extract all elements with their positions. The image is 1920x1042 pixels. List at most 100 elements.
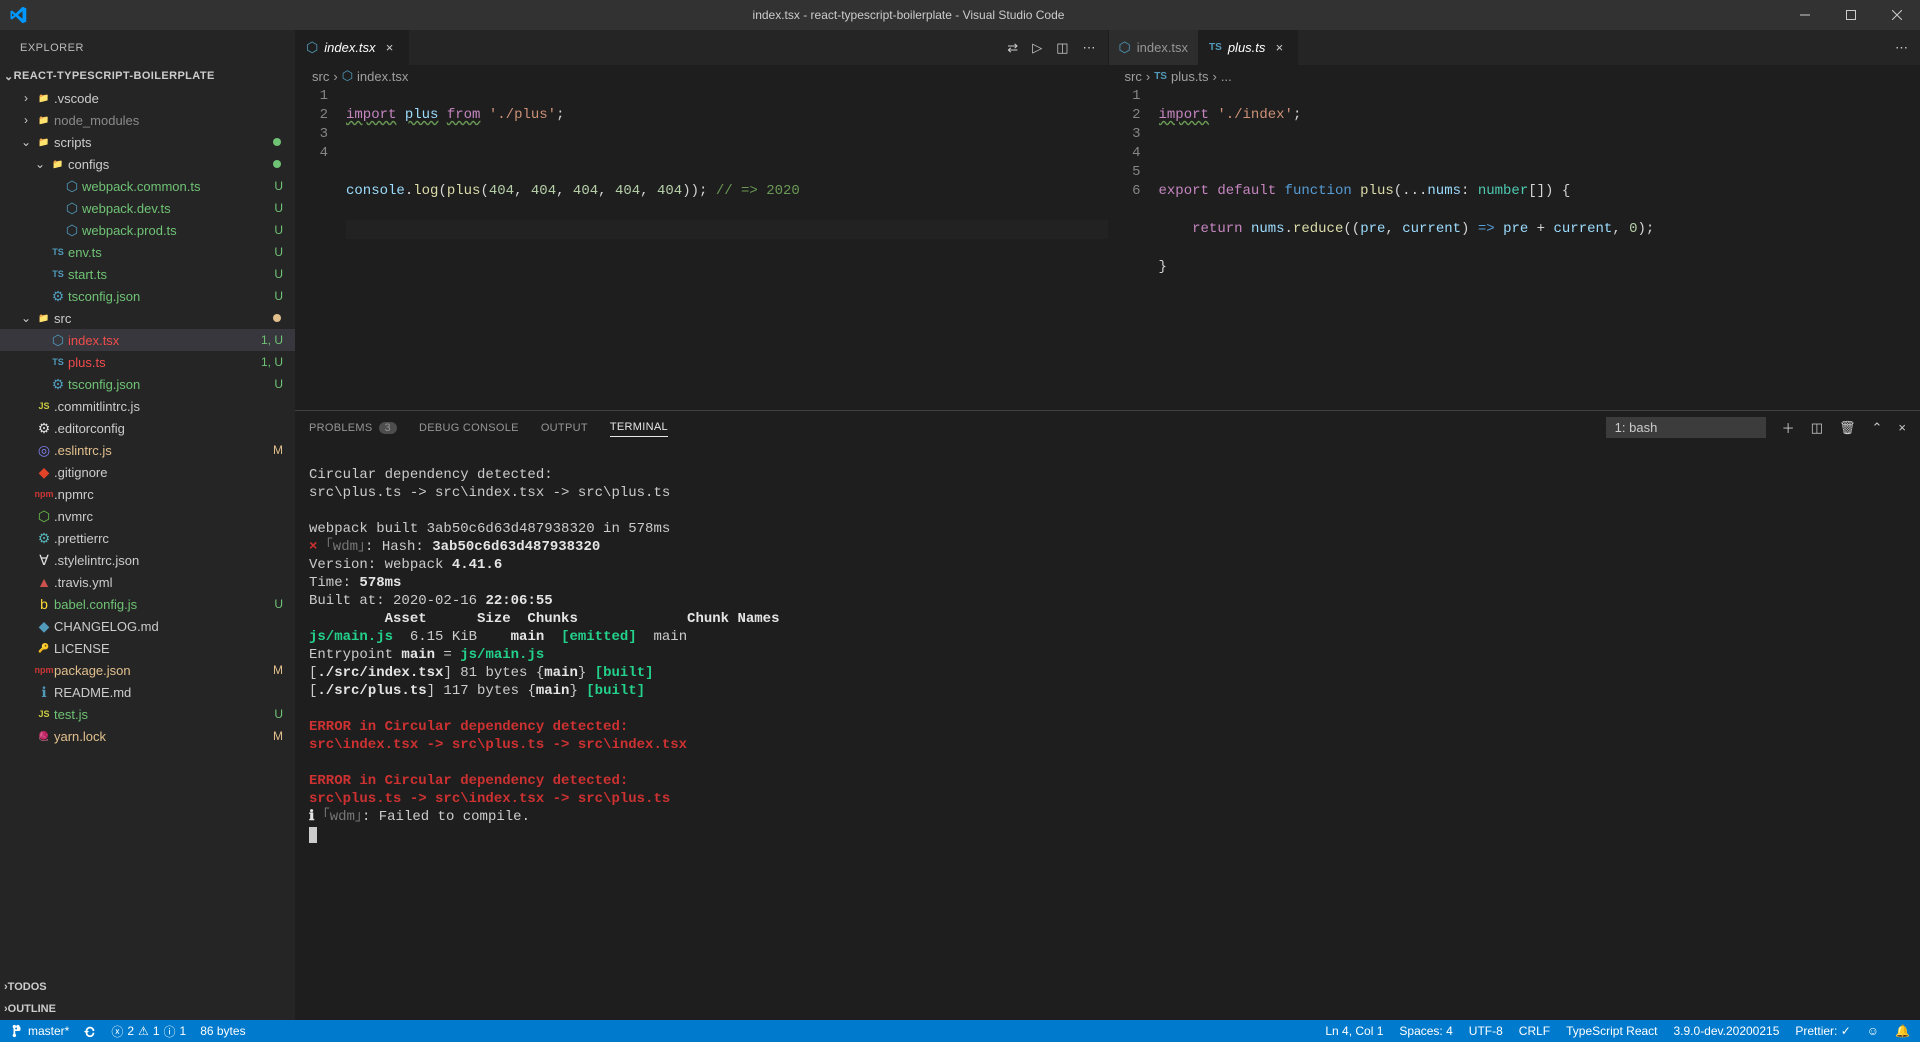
file-icon: b xyxy=(34,596,54,612)
breadcrumb[interactable]: src › ⬡ index.tsx xyxy=(296,65,1108,87)
indent-status[interactable]: Spaces: 4 xyxy=(1399,1024,1452,1038)
bell-icon[interactable]: 🔔 xyxy=(1895,1024,1910,1038)
tree-item-test-js[interactable]: JStest.jsU xyxy=(0,703,295,725)
tree-item-plus-ts[interactable]: TSplus.ts1, U xyxy=(0,351,295,373)
panel-tab-output[interactable]: OUTPUT xyxy=(541,422,588,434)
run-icon[interactable]: ▷ xyxy=(1032,40,1042,56)
tree-item-babel-config-js[interactable]: bbabel.config.jsU xyxy=(0,593,295,615)
tab-index-tsx-right[interactable]: ⬡ index.tsx xyxy=(1109,30,1200,65)
file-icon: ◎ xyxy=(34,442,54,459)
tab-plus-ts[interactable]: TS plus.ts × xyxy=(1199,30,1298,65)
compare-icon[interactable]: ⇄ xyxy=(1007,40,1018,56)
tree-item-scripts[interactable]: ⌄📁scripts xyxy=(0,131,295,153)
code-editor-left[interactable]: 1 2 3 4 import plus from './plus'; conso… xyxy=(296,87,1108,410)
feedback-icon[interactable]: ☺ xyxy=(1867,1024,1879,1038)
minimize-button[interactable] xyxy=(1782,0,1828,30)
close-panel-icon[interactable]: × xyxy=(1898,420,1906,435)
git-badge: U xyxy=(274,377,285,391)
tree-item--editorconfig[interactable]: ⚙.editorconfig xyxy=(0,417,295,439)
section-outline[interactable]: › OUTLINE xyxy=(0,998,295,1020)
encoding-status[interactable]: UTF-8 xyxy=(1469,1024,1503,1038)
tree-item--npmrc[interactable]: npm.npmrc xyxy=(0,483,295,505)
maximize-panel-icon[interactable]: ⌃ xyxy=(1872,420,1883,436)
tree-item--prettierrc[interactable]: ⚙.prettierrc xyxy=(0,527,295,549)
panel-tab-debug[interactable]: DEBUG CONSOLE xyxy=(419,422,519,434)
window-title: index.tsx - react-typescript-boilerplate… xyxy=(35,8,1782,22)
ts-icon: TS xyxy=(1154,71,1167,82)
breadcrumb[interactable]: src › TS plus.ts › ... xyxy=(1109,65,1920,87)
tree-item-changelog-md[interactable]: ◆CHANGELOG.md xyxy=(0,615,295,637)
file-icon: ∀ xyxy=(34,552,54,569)
panel-tab-terminal[interactable]: TERMINAL xyxy=(610,421,668,437)
sidebar: EXPLORER ⌄ REACT-TYPESCRIPT-BOILERPLATE … xyxy=(0,30,295,1020)
tree-item--commitlintrc-js[interactable]: JS.commitlintrc.js xyxy=(0,395,295,417)
tree-item--eslintrc-js[interactable]: ◎.eslintrc.jsM xyxy=(0,439,295,461)
sync-status[interactable] xyxy=(83,1024,97,1038)
vscode-icon xyxy=(0,6,35,24)
tree-item-start-ts[interactable]: TSstart.tsU xyxy=(0,263,295,285)
tree-item--stylelintrc-json[interactable]: ∀.stylelintrc.json xyxy=(0,549,295,571)
react-icon: ⬡ xyxy=(1119,39,1131,56)
project-header[interactable]: ⌄ REACT-TYPESCRIPT-BOILERPLATE xyxy=(0,65,295,87)
error-count[interactable]: ⓧ2 ⚠1 ⓘ1 xyxy=(111,1023,186,1040)
explorer-header: EXPLORER xyxy=(0,30,295,65)
git-badge: U xyxy=(274,289,285,303)
file-icon: ◆ xyxy=(34,618,54,635)
tree-item-node-modules[interactable]: ›📁node_modules xyxy=(0,109,295,131)
file-icon: ⚙ xyxy=(34,530,54,547)
maximize-button[interactable] xyxy=(1828,0,1874,30)
tree-item-readme-md[interactable]: ℹREADME.md xyxy=(0,681,295,703)
close-button[interactable] xyxy=(1874,0,1920,30)
file-icon: TS xyxy=(48,269,68,279)
tree-item-license[interactable]: 🔑LICENSE xyxy=(0,637,295,659)
close-icon[interactable]: × xyxy=(1271,40,1287,55)
tree-item--nvmrc[interactable]: ⬡.nvmrc xyxy=(0,505,295,527)
tree-item-webpack-dev-ts[interactable]: ⬡webpack.dev.tsU xyxy=(0,197,295,219)
file-size[interactable]: 86 bytes xyxy=(200,1024,245,1038)
language-status[interactable]: TypeScript React xyxy=(1566,1024,1657,1038)
git-badge: U xyxy=(274,179,285,193)
tree-item-index-tsx[interactable]: ⬡index.tsx1, U xyxy=(0,329,295,351)
prettier-status[interactable]: Prettier: ✓ xyxy=(1795,1024,1850,1038)
tab-index-tsx[interactable]: ⬡ index.tsx × xyxy=(296,30,409,65)
git-badge: U xyxy=(274,223,285,237)
file-icon: 📁 xyxy=(48,159,68,170)
cursor-pos[interactable]: Ln 4, Col 1 xyxy=(1325,1024,1383,1038)
file-icon: TS xyxy=(48,357,68,367)
code-editor-right[interactable]: 1 2 3 4 5 6 import './index'; export def… xyxy=(1109,87,1920,410)
tree-item--vscode[interactable]: ›📁.vscode xyxy=(0,87,295,109)
tree-item-configs[interactable]: ⌄📁configs xyxy=(0,153,295,175)
file-icon: TS xyxy=(48,247,68,257)
file-icon: JS xyxy=(34,401,54,411)
tree-item-webpack-prod-ts[interactable]: ⬡webpack.prod.tsU xyxy=(0,219,295,241)
tree-item-webpack-common-ts[interactable]: ⬡webpack.common.tsU xyxy=(0,175,295,197)
tree-item-env-ts[interactable]: TSenv.tsU xyxy=(0,241,295,263)
more-icon[interactable]: ⋯ xyxy=(1083,40,1096,56)
section-todos[interactable]: › TODOS xyxy=(0,976,295,998)
split-terminal-icon[interactable]: ◫ xyxy=(1811,420,1823,436)
kill-terminal-icon[interactable]: 🗑 xyxy=(1839,420,1856,436)
close-icon[interactable]: × xyxy=(382,40,398,55)
tree-item-tsconfig-json[interactable]: ⚙tsconfig.jsonU xyxy=(0,373,295,395)
git-badge: 1, U xyxy=(261,355,285,369)
tree-item-yarn-lock[interactable]: 🧶yarn.lockM xyxy=(0,725,295,747)
tree-item-package-json[interactable]: npmpackage.jsonM xyxy=(0,659,295,681)
tree-item-src[interactable]: ⌄📁src xyxy=(0,307,295,329)
new-terminal-icon[interactable]: ＋ xyxy=(1782,418,1795,437)
tree-item--travis-yml[interactable]: ▲.travis.yml xyxy=(0,571,295,593)
terminal-select[interactable]: 1: bash xyxy=(1606,417,1766,438)
panel-tab-problems[interactable]: PROBLEMS 3 xyxy=(309,422,397,434)
ts-version[interactable]: 3.9.0-dev.20200215 xyxy=(1674,1024,1780,1038)
react-icon: ⬡ xyxy=(306,39,318,56)
tree-item-tsconfig-json[interactable]: ⚙tsconfig.jsonU xyxy=(0,285,295,307)
more-icon[interactable]: ⋯ xyxy=(1895,40,1908,56)
tree-item--gitignore[interactable]: ◆.gitignore xyxy=(0,461,295,483)
terminal-output[interactable]: Circular dependency detected: src\plus.t… xyxy=(295,444,1920,1020)
eol-status[interactable]: CRLF xyxy=(1519,1024,1550,1038)
split-icon[interactable]: ◫ xyxy=(1056,40,1068,56)
chevron-down-icon: ⌄ xyxy=(18,311,34,325)
git-badge: U xyxy=(274,707,285,721)
file-icon: npm xyxy=(34,489,54,499)
editor-group-left: ⬡ index.tsx × ⇄ ▷ ◫ ⋯ src › ⬡ index.t xyxy=(295,30,1108,410)
branch-status[interactable]: master* xyxy=(10,1024,69,1038)
